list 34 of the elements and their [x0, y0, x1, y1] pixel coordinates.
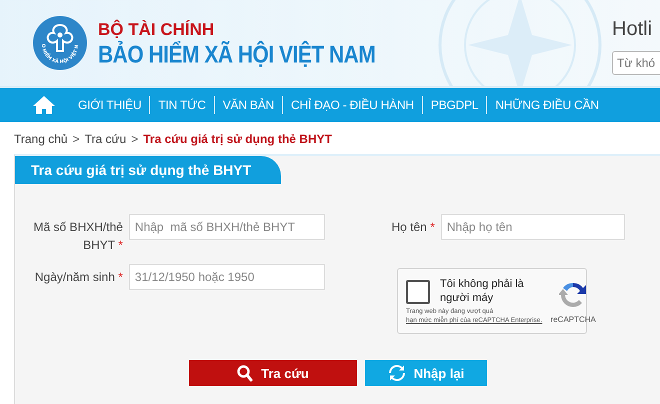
refresh-icon — [388, 364, 406, 382]
input-field[interactable]: 31/12/1950 hoặc 1950 — [128, 264, 325, 290]
nav-link[interactable]: PBGDPL — [422, 98, 486, 112]
input-field[interactable]: Nhập mã số BHXH/thẻ BHYT — [128, 214, 325, 240]
captcha-label: Tôi không phải là người máy — [440, 277, 525, 305]
search-button[interactable]: Tra cứu — [189, 360, 357, 386]
search-icon — [237, 364, 254, 382]
field-label: Ngày/năm sinh * — [34, 269, 123, 286]
recaptcha-logo-icon — [559, 281, 588, 309]
nav-link[interactable]: VĂN BẢN — [214, 98, 282, 112]
captcha-brand: reCAPTCHA — [550, 315, 596, 324]
breadcrumb-link[interactable]: Trang chủ — [14, 132, 68, 146]
agency-name: BẢO HIỂM XÃ HỘI VIỆT NAM — [98, 42, 376, 70]
required-mark: * — [429, 220, 435, 234]
nav-link[interactable]: GIỚI THIỆU — [70, 98, 150, 112]
field-label: Họ tên * — [390, 219, 435, 236]
breadcrumb-separator: > — [131, 132, 138, 146]
required-mark: * — [117, 270, 123, 284]
search-field[interactable]: Từ khó — [612, 51, 660, 75]
checkbox[interactable] — [406, 280, 430, 304]
ministry-name: BỘ TÀI CHÍNH — [98, 20, 216, 40]
nav-link[interactable]: CHỈ ĐẠO - ĐIỀU HÀNH — [283, 98, 422, 112]
home-icon[interactable] — [32, 95, 56, 115]
reset-button[interactable]: Nhập lại — [365, 360, 487, 386]
nav-link[interactable]: TIN TỨC — [150, 98, 214, 112]
hotline-label: Hotli — [612, 18, 654, 41]
field-label: Mã số BHXH/thẻ BHYT * — [32, 219, 123, 254]
panel-title: Tra cứu giá trị sử dụng thẻ BHYT — [15, 156, 282, 184]
breadcrumb-separator: > — [72, 132, 80, 146]
breadcrumb-current[interactable]: Tra cứu giá trị sử dụng thẻ BHYT — [143, 132, 332, 146]
required-mark: * — [117, 238, 123, 252]
nav-link[interactable]: NHỮNG ĐIỀU CẦN — [487, 98, 607, 112]
input-field[interactable]: Nhập họ tên — [440, 214, 625, 240]
breadcrumb-link[interactable]: Tra cứu — [84, 132, 126, 146]
